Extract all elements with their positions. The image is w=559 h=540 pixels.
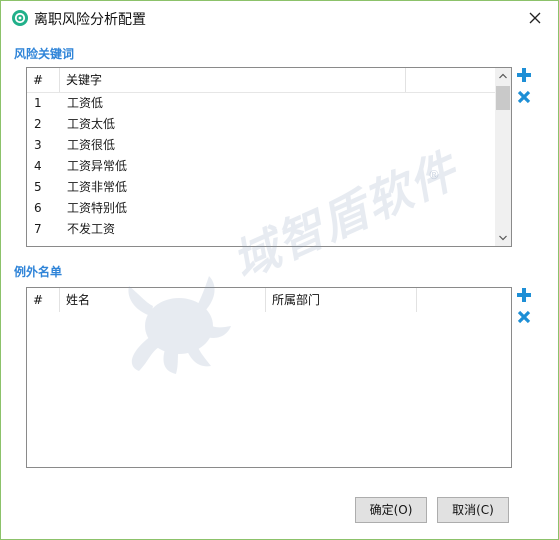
scroll-thumb[interactable] [496, 86, 510, 110]
row-keyword: 工资太低 [67, 117, 116, 131]
scroll-down-icon[interactable] [495, 230, 511, 246]
add-exception-button[interactable] [516, 287, 532, 303]
table-row[interactable]: 2 工资太低 [27, 114, 493, 135]
row-number: 4 [34, 159, 42, 173]
title-bar: 离职风险分析配置 [1, 1, 558, 35]
row-number: 7 [34, 222, 42, 236]
column-header-number[interactable]: # [27, 288, 60, 312]
row-keyword: 不发工资 [67, 222, 116, 236]
table-row[interactable]: 3 工资很低 [27, 135, 493, 156]
scroll-up-icon[interactable] [495, 68, 511, 84]
row-number: 1 [34, 96, 42, 110]
row-number: 3 [34, 138, 42, 152]
window-title: 离职风险分析配置 [34, 12, 146, 28]
delete-keyword-button[interactable] [516, 89, 532, 105]
column-header-name[interactable]: 姓名 [60, 288, 266, 312]
row-number: 2 [34, 117, 42, 131]
column-header-department[interactable]: 所属部门 [266, 288, 417, 312]
app-logo-icon [12, 10, 28, 26]
dialog-window: 离职风险分析配置 风险关键词 # 关键字 1 工资低 2 工资太低 3 工资很低 4 工… [0, 0, 559, 540]
delete-icon [517, 310, 531, 324]
risk-list-rows: 1 工资低 2 工资太低 3 工资很低 4 工资异常低 5 工资非常低 6 工资特别低 7 不… [27, 93, 493, 240]
exception-list[interactable]: # 姓名 所属部门 [26, 287, 512, 468]
close-button[interactable] [522, 7, 548, 29]
row-keyword: 工资非常低 [67, 180, 128, 194]
row-keyword: 工资异常低 [67, 159, 128, 173]
risk-list-header: # 关键字 [27, 68, 511, 93]
risk-keywords-list[interactable]: # 关键字 1 工资低 2 工资太低 3 工资很低 4 工资异常低 5 工资非常低 6 工资… [26, 67, 512, 247]
add-keyword-button[interactable] [516, 67, 532, 83]
row-number: 5 [34, 180, 42, 194]
row-number: 6 [34, 201, 42, 215]
table-row[interactable]: 7 不发工资 [27, 219, 493, 240]
table-row[interactable]: 5 工资非常低 [27, 177, 493, 198]
row-keyword: 工资很低 [67, 138, 116, 152]
ok-button[interactable]: 确定(O) [355, 497, 427, 523]
vertical-scrollbar[interactable] [495, 68, 511, 246]
close-icon [529, 12, 541, 24]
plus-icon [517, 288, 531, 302]
row-keyword: 工资低 [67, 96, 104, 110]
plus-icon [517, 68, 531, 82]
exception-list-header: # 姓名 所属部门 [27, 288, 511, 312]
column-header-number[interactable]: # [27, 68, 60, 92]
table-row[interactable]: 1 工资低 [27, 93, 493, 114]
cancel-button[interactable]: 取消(C) [437, 497, 509, 523]
delete-exception-button[interactable] [516, 309, 532, 325]
delete-icon [517, 90, 531, 104]
table-row[interactable]: 6 工资特别低 [27, 198, 493, 219]
exception-list-label: 例外名单 [14, 265, 63, 279]
row-keyword: 工资特别低 [67, 201, 128, 215]
column-header-keyword[interactable]: 关键字 [60, 68, 406, 92]
risk-keywords-label: 风险关键词 [14, 47, 75, 61]
table-row[interactable]: 4 工资异常低 [27, 156, 493, 177]
